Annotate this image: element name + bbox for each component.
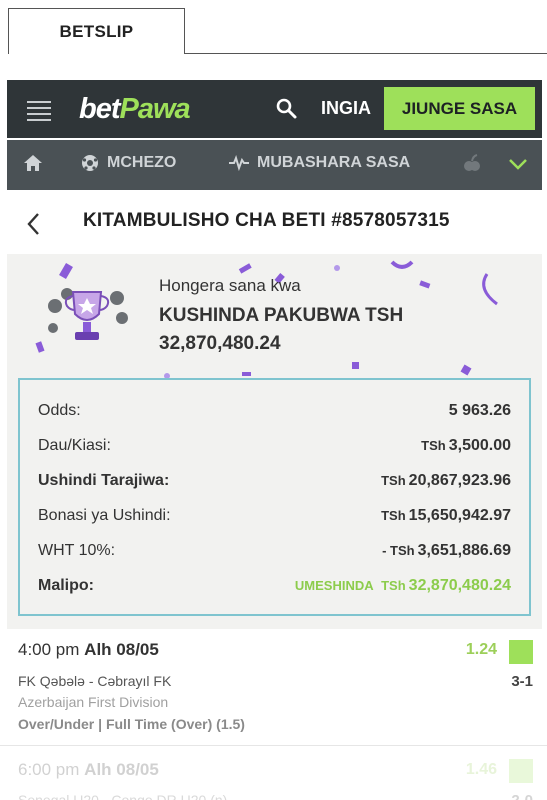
main-nav: MCHEZO MUBASHARA SASA: [7, 140, 542, 190]
menu-icon[interactable]: [27, 101, 51, 121]
match-teams: FK Qəbələ - Cəbrayıl FK: [18, 673, 172, 689]
won-status-badge: [509, 759, 533, 783]
stake-label: Dau/Kiasi:: [38, 437, 111, 454]
back-arrow-icon[interactable]: [26, 212, 42, 236]
big-win-text: KUSHINDA PAKUBWA TSH 32,870,480.24: [159, 305, 404, 354]
won-status-badge: [509, 640, 533, 664]
bet-selection[interactable]: 6:00 pm Alh 08/05 1.46 Senegal U20 - Con…: [0, 746, 547, 800]
potential-win-row: Ushindi Tarajiwa: TSh 20,867,923.96: [38, 472, 511, 496]
wht-label: WHT 10%:: [38, 542, 116, 559]
bonus-row: Bonasi ya Ushindi: TSh 15,650,942.97: [38, 507, 511, 531]
match-league: Azerbaijan First Division: [18, 694, 169, 710]
bet-title-bar: KITAMBULISHO CHA BETI #8578057315: [0, 195, 547, 251]
payout-row: Malipo: UMESHINDA TSh 32,870,480.24: [38, 577, 511, 601]
match-score: 2-0: [511, 792, 533, 800]
bet-selection[interactable]: 4:00 pm Alh 08/05 1.24 FK Qəbələ - Cəbra…: [0, 630, 547, 745]
match-teams: Senegal U20 - Congo DR U20 (n): [18, 792, 228, 800]
bet-time: 4:00 pm Alh 08/05: [18, 640, 159, 659]
congrats-text: Hongera sana kwa: [159, 276, 301, 295]
payout-label: Malipo:: [38, 577, 94, 594]
bonus-value: TSh 15,650,942.97: [381, 507, 511, 524]
top-header: betPawa INGIA JIUNGE SASA: [7, 80, 542, 138]
home-icon[interactable]: [23, 153, 43, 173]
signup-button[interactable]: JIUNGE SASA: [384, 87, 535, 130]
trophy-icon: [48, 288, 128, 340]
fruit-icon[interactable]: [463, 153, 481, 178]
nav-sports[interactable]: MCHEZO: [81, 154, 176, 172]
bonus-label: Bonasi ya Ushindi:: [38, 507, 171, 524]
bet-market: Over/Under | Full Time (Over) (1.5): [18, 716, 245, 732]
soccer-ball-icon: [82, 155, 98, 171]
odds-label: Odds:: [38, 402, 81, 419]
payout-value: UMESHINDA TSh 32,870,480.24: [294, 577, 511, 594]
potential-win-value: TSh 20,867,923.96: [381, 472, 511, 489]
stake-row: Dau/Kiasi: TSh 3,500.00: [38, 437, 511, 461]
chevron-down-icon[interactable]: [507, 154, 529, 179]
stake-value: TSh 3,500.00: [421, 437, 511, 454]
search-icon[interactable]: [275, 97, 299, 121]
bet-odd: 1.24: [465, 641, 497, 658]
bet-summary-box: Odds: 5 963.26 Dau/Kiasi: TSh 3,500.00 Us…: [18, 378, 531, 616]
bet-time: 6:00 pm Alh 08/05: [18, 760, 159, 779]
odds-row: Odds: 5 963.26: [38, 402, 511, 426]
wht-row: WHT 10%: - TSh 3,651,886.69: [38, 542, 511, 566]
match-score: 3-1: [511, 673, 533, 690]
page-title: KITAMBULISHO CHA BETI #8578057315: [83, 210, 450, 231]
nav-live[interactable]: MUBASHARA SASA: [229, 154, 410, 172]
betpawa-logo[interactable]: betPawa: [79, 93, 191, 126]
odds-value: 5 963.26: [448, 402, 511, 419]
wht-value: - TSh 3,651,886.69: [382, 542, 511, 559]
tab-divider: [185, 53, 547, 54]
pulse-icon: [229, 155, 249, 171]
bet-odd: 1.46: [465, 761, 497, 778]
potential-win-label: Ushindi Tarajiwa:: [38, 472, 170, 489]
login-button[interactable]: INGIA: [321, 98, 371, 119]
betslip-tab[interactable]: BETSLIP: [8, 8, 185, 54]
